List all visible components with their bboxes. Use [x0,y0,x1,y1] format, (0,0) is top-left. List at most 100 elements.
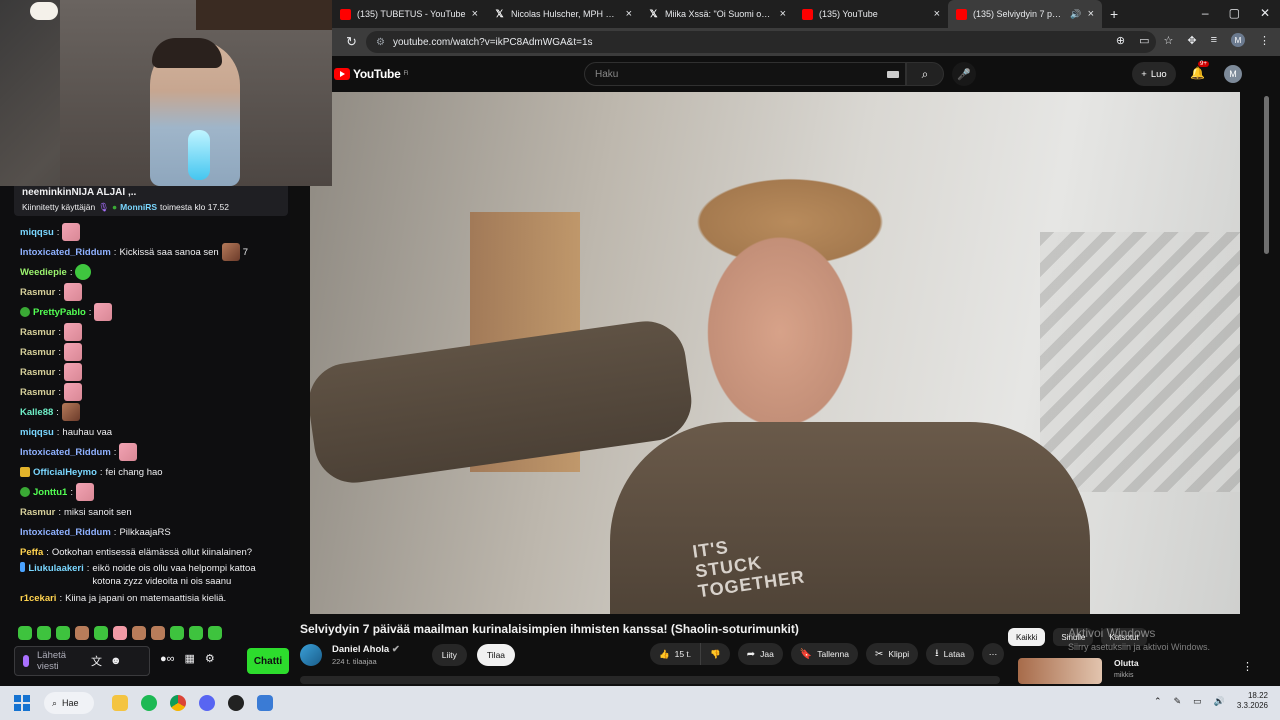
emote-icon[interactable] [75,483,94,501]
more-actions-button[interactable]: ⋯ [981,643,1004,665]
emote-icon[interactable] [94,626,108,640]
emote-icon[interactable] [64,383,83,401]
tab-close-icon[interactable]: × [780,8,786,20]
tab-close-icon[interactable]: × [626,8,632,20]
emote-icon[interactable] [37,626,51,640]
clock[interactable]: 18.22 3.3.2026 [1237,691,1268,711]
browser-tab[interactable]: 𝕏 Nicolas Hulscher, MPH Xssä: "I × [486,0,640,28]
create-button[interactable]: + Luo [1132,62,1176,86]
like-button[interactable]: 👍 15 t. [650,643,700,665]
search-input[interactable]: Haku [584,62,906,86]
pinned-by-user[interactable]: MonniRS [120,200,157,214]
windows-start-icon[interactable] [14,695,30,711]
emote-icon[interactable] [62,223,81,241]
extensions-icon[interactable]: ✥ [1187,34,1196,47]
chat-input[interactable]: Lähetä viesti 文 ☻ [14,646,150,676]
pen-icon[interactable]: ✎ [1174,696,1182,707]
close-icon[interactable]: ✕ [1260,6,1270,20]
translate-icon[interactable]: 文 [91,653,102,669]
emote-icon[interactable] [189,626,203,640]
recommendation-thumbnail[interactable] [1018,658,1102,684]
chat-username[interactable]: Kalle88 [20,407,53,418]
emote-icon[interactable] [56,626,70,640]
chat-username[interactable]: miqqsu [20,227,54,238]
channel-name[interactable]: Daniel Ahola [332,644,389,655]
tab-close-icon[interactable]: × [472,8,478,20]
tab-close-icon[interactable]: × [934,8,940,20]
emote-icon[interactable] [75,264,92,280]
gear-icon[interactable]: ⚙ [205,652,215,665]
join-button[interactable]: Liity [431,644,467,666]
emote-icon[interactable] [75,626,89,640]
filter-chip[interactable]: Kaikki [1008,628,1046,646]
chat-username[interactable]: Jonttu1 [33,487,67,498]
emote-icon[interactable] [170,626,184,640]
emote-icon[interactable] [64,343,83,361]
cast-icon[interactable]: ▭ [1139,34,1149,47]
star-icon[interactable]: ☆ [1163,34,1173,47]
volume-icon[interactable]: 🔊 [1214,696,1225,707]
network-icon[interactable]: ▭ [1193,696,1202,707]
emote-icon[interactable] [64,363,83,381]
obs-icon[interactable] [228,695,244,711]
channel-avatar[interactable] [300,644,322,666]
recommendation-menu-icon[interactable]: ⋮ [1242,660,1253,673]
chat-username[interactable]: Intoxicated_Riddum [20,447,111,458]
file-explorer-icon[interactable] [112,695,128,711]
pinned-message[interactable]: neeminkinNIJA ALJAI ,.. Kiinnitetty käyt… [14,186,288,216]
chat-username[interactable]: Rasmur [20,507,55,518]
emoji-icon[interactable]: ☻ [110,655,122,667]
browser-tab[interactable]: (135) Selviydyin 7 päivää m 🔊 × [948,0,1102,28]
browser-tab[interactable]: (135) YouTube × [794,0,948,28]
chat-send-button[interactable]: Chatti [247,648,289,674]
menu-icon[interactable]: ⋮ [1259,34,1270,47]
chat-username[interactable]: Peffa [20,547,43,558]
minimize-icon[interactable]: – [1202,6,1209,20]
chat-username[interactable]: Weediepie [20,267,67,278]
keyboard-icon[interactable] [887,71,899,78]
emote-icon[interactable] [94,303,113,321]
chat-username[interactable]: miqqsu [20,427,54,438]
youtube-logo[interactable]: YouTube FI [334,67,408,81]
taskbar-search[interactable]: ⌕ Hae [44,692,94,714]
emote-icon[interactable] [151,626,165,640]
chat-username[interactable]: Intoxicated_Riddum [20,247,111,258]
chat-username[interactable]: Liukulaakeri [28,562,83,575]
discord-icon[interactable] [199,695,215,711]
scrollbar[interactable] [1264,96,1269,254]
share-button[interactable]: ➦ Jaa [737,643,783,665]
maximize-icon[interactable]: ▢ [1229,6,1240,20]
account-avatar[interactable]: M [1224,65,1242,83]
voice-search-button[interactable]: 🎤 [952,62,976,86]
chat-username[interactable]: Intoxicated_Riddum [20,527,111,538]
speaker-icon[interactable]: 🔊 [1070,9,1081,20]
points-icon[interactable]: ●∞ [160,653,175,665]
emote-icon[interactable] [64,283,83,301]
subscribe-button[interactable]: Tilaa [476,644,516,666]
zoom-icon[interactable]: ⊕ [1116,34,1125,47]
chrome-icon[interactable] [170,695,186,711]
tab-close-icon[interactable]: × [1088,8,1094,20]
emote-icon[interactable] [61,403,80,421]
download-button[interactable]: ⭳ Lataa [926,643,974,665]
search-button[interactable]: ⌕ [906,62,944,86]
browser-tab[interactable]: 𝕏 Miika Xssä: "Oi Suomi on! Kaskaskas × [640,0,794,28]
gift-icon[interactable]: ▦ [185,652,195,665]
chat-username[interactable]: Rasmur [20,387,55,398]
emote-icon[interactable] [18,626,32,640]
recommendation-title[interactable]: Olutta [1114,658,1139,668]
profile-avatar[interactable]: M [1231,33,1245,47]
chat-username[interactable]: Rasmur [20,347,55,358]
emote-icon[interactable] [221,243,240,261]
save-button[interactable]: 🔖 Tallenna [790,643,858,665]
emote-icon[interactable] [64,323,83,341]
clip-button[interactable]: ✂ Klippi [865,643,919,665]
new-tab-button[interactable]: + [1110,6,1118,22]
chat-username[interactable]: Rasmur [20,327,55,338]
address-bar[interactable]: ⚙ youtube.com/watch?v=ikPC8AdmWGA&t=1s [366,31,1156,53]
chat-username[interactable]: Rasmur [20,287,55,298]
emote-icon[interactable] [119,443,138,461]
spotify-icon[interactable] [141,695,157,711]
media-icon[interactable]: ≡ [1211,34,1217,46]
chat-username[interactable]: Rasmur [20,367,55,378]
